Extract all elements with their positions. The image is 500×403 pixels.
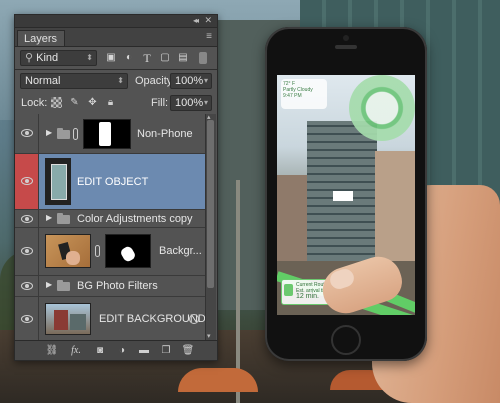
layers-panel: ◂◂ ✕ Layers ≡ ⚲ Kind ⬍ ▣ ◐ T ▢ ▤ Normal … xyxy=(14,14,218,361)
scroll-down-icon[interactable]: ▾ xyxy=(207,332,211,340)
front-camera xyxy=(343,35,349,41)
layer-thumbnail[interactable] xyxy=(45,303,91,335)
layer-row[interactable]: ▶ Color Adjustments copy xyxy=(15,210,205,228)
visibility-cell[interactable] xyxy=(15,228,39,275)
kind-filter-select[interactable]: ⚲ Kind ⬍ xyxy=(20,50,97,66)
lock-transparent-icon[interactable] xyxy=(51,97,62,108)
opacity-input[interactable]: 100% ▾ xyxy=(170,73,212,89)
visibility-cell[interactable] xyxy=(15,210,39,227)
screen-building xyxy=(375,151,415,261)
panel-tab-bar: Layers ≡ xyxy=(15,28,217,47)
lock-row: Lock: ✎ ✥ 🔒︎ Fill: 100% ▾ xyxy=(15,92,217,114)
eye-icon[interactable] xyxy=(21,315,33,323)
folder-icon xyxy=(57,128,70,139)
new-group-icon[interactable]: ▬ xyxy=(137,344,151,357)
panel-title-bar[interactable]: ◂◂ ✕ xyxy=(15,15,217,28)
blend-row: Normal ⬍ Opacity: 100% ▾ xyxy=(15,70,217,92)
filter-toggle-icon[interactable] xyxy=(199,52,207,64)
panel-menu-icon[interactable]: ≡ xyxy=(206,32,212,42)
tab-layers[interactable]: Layers xyxy=(17,30,65,46)
layer-row[interactable]: EDIT BACKGROUND xyxy=(15,297,205,341)
layer-row[interactable]: Backgr... xyxy=(15,228,205,276)
layers-scrollbar[interactable]: ▴ ▾ xyxy=(205,114,216,341)
expand-triangle-icon[interactable]: ▶ xyxy=(46,128,52,137)
add-mask-icon[interactable]: ◙ xyxy=(93,344,107,357)
trash-icon[interactable]: 🗑︎ xyxy=(181,344,195,357)
new-layer-icon[interactable]: ❐ xyxy=(159,344,173,357)
chevron-updown-icon: ⬍ xyxy=(86,53,93,62)
fill-input[interactable]: 100% ▾ xyxy=(170,95,212,111)
opacity-value: 100% xyxy=(175,75,204,87)
eye-icon[interactable] xyxy=(21,247,33,255)
blend-mode-select[interactable]: Normal ⬍ xyxy=(20,73,128,89)
kind-label: Kind xyxy=(36,52,59,64)
mask-thumbnail[interactable] xyxy=(83,119,131,149)
street-sign xyxy=(333,191,353,201)
fill-value: 100% xyxy=(175,97,204,109)
adjustment-filter-icon[interactable]: ◐ xyxy=(123,52,135,64)
eye-icon[interactable] xyxy=(21,215,33,223)
shape-filter-icon[interactable]: ▢ xyxy=(159,52,171,64)
lock-label: Lock: xyxy=(21,97,48,109)
expand-triangle-icon[interactable]: ▶ xyxy=(46,213,52,222)
layer-row[interactable]: EDIT OBJECT xyxy=(15,154,205,210)
chevron-down-icon[interactable]: ▾ xyxy=(204,96,208,110)
eye-icon[interactable] xyxy=(21,177,33,185)
chevron-updown-icon: ⬍ xyxy=(117,76,124,85)
visibility-cell[interactable] xyxy=(15,154,39,209)
home-button xyxy=(331,325,361,355)
adjustment-layer-icon[interactable]: ◑ xyxy=(115,344,129,357)
layer-name[interactable]: Backgr... xyxy=(159,245,202,257)
smart-object-badge-icon xyxy=(189,314,199,324)
layer-name[interactable]: BG Photo Filters xyxy=(77,280,158,292)
weather-time: 9:47 PM xyxy=(283,93,302,99)
fx-icon[interactable]: fx. xyxy=(69,344,83,357)
layer-thumbnail[interactable] xyxy=(45,158,71,205)
link-layers-icon[interactable]: ⛓︎ xyxy=(45,344,59,357)
link-icon xyxy=(73,128,78,140)
weather-widget: 72° F Partly Cloudy 9:47 PM xyxy=(281,79,327,109)
folder-icon xyxy=(57,213,70,224)
expand-triangle-icon[interactable]: ▶ xyxy=(46,280,52,289)
lock-pixels-icon[interactable]: ✎ xyxy=(69,97,80,108)
double-chevron-left-icon[interactable]: ◂◂ xyxy=(193,16,199,25)
layers-list: ▶ Non-Phone EDIT OBJECT ▶ Color Adjustme… xyxy=(15,114,205,341)
panel-bottom-bar: ⛓︎ fx. ◙ ◑ ▬ ❐ 🗑︎ xyxy=(15,340,217,360)
layer-name[interactable]: Color Adjustments copy xyxy=(77,213,193,225)
layer-thumbnail[interactable] xyxy=(45,234,91,268)
fill-label: Fill: xyxy=(151,97,169,109)
eye-icon[interactable] xyxy=(21,282,33,290)
layer-name[interactable]: EDIT OBJECT xyxy=(77,176,148,188)
layer-row[interactable]: ▶ Non-Phone xyxy=(15,114,205,154)
visibility-cell[interactable] xyxy=(15,297,39,340)
lock-all-icon[interactable]: 🔒︎ xyxy=(105,97,116,108)
blend-mode-value: Normal xyxy=(25,75,61,87)
umbrella xyxy=(178,368,258,392)
layer-row[interactable]: ▶ BG Photo Filters xyxy=(15,276,205,297)
scroll-thumb[interactable] xyxy=(207,120,214,288)
search-icon: ⚲ xyxy=(25,52,37,64)
pixel-filter-icon[interactable]: ▣ xyxy=(105,52,117,64)
lock-position-icon[interactable]: ✥ xyxy=(87,97,98,108)
smart-object-filter-icon[interactable]: ▤ xyxy=(177,52,189,64)
eye-icon[interactable] xyxy=(21,129,33,137)
link-icon[interactable] xyxy=(95,245,100,257)
close-icon[interactable]: ✕ xyxy=(204,15,212,26)
layer-name[interactable]: Non-Phone xyxy=(137,128,193,140)
visibility-cell[interactable] xyxy=(15,276,39,296)
screen-building xyxy=(277,175,309,261)
folder-icon xyxy=(57,280,70,291)
walking-icon xyxy=(284,284,293,296)
earpiece xyxy=(335,45,357,49)
visibility-cell[interactable] xyxy=(15,114,39,153)
chevron-down-icon[interactable]: ▾ xyxy=(204,74,208,88)
type-filter-icon[interactable]: T xyxy=(141,52,153,64)
mask-thumbnail[interactable] xyxy=(105,234,151,268)
filter-row: ⚲ Kind ⬍ ▣ ◐ T ▢ ▤ xyxy=(15,47,217,69)
radar-widget xyxy=(349,75,415,141)
